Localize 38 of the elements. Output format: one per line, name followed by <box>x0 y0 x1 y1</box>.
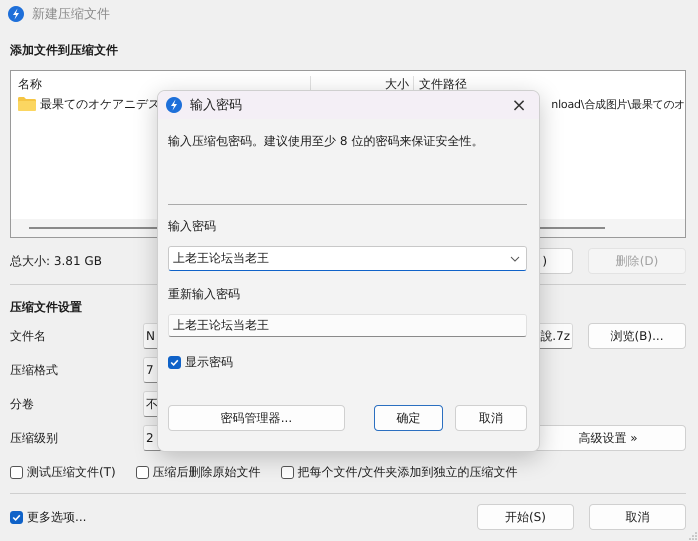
app-icon <box>8 6 24 22</box>
field-label: 文件名 <box>10 328 47 344</box>
checkbox[interactable] <box>280 466 294 478</box>
field-label: 分卷 <box>10 396 35 412</box>
input-field[interactable]: 上老王论坛当老王 <box>168 314 527 337</box>
checkbox-label: 压缩后删除原始文件 <box>152 464 261 480</box>
total-size: 总大小: 3.81 GB <box>10 252 102 270</box>
checkbox[interactable] <box>136 466 149 478</box>
checkbox-label: 测试压缩文件(T) <box>27 464 116 480</box>
resize-grip-icon[interactable] <box>689 532 697 540</box>
close-button[interactable]: × <box>499 91 539 119</box>
section-heading: 压缩文件设置 <box>10 299 82 315</box>
cancel-button[interactable]: 取消 <box>589 504 686 530</box>
field-label: 输入密码 <box>168 218 216 235</box>
dialog-message: 输入压缩包密码。建议使用至少 8 位的密码来保证安全性。 <box>168 133 484 150</box>
checkbox-label: 把每个文件/文件夹添加到独立的压缩文件 <box>298 464 518 480</box>
start-button[interactable]: 开始(S) <box>477 504 574 530</box>
checkbox-label: 显示密码 <box>185 354 233 371</box>
window-title: 新建压缩文件 <box>32 6 110 23</box>
password-manager-button[interactable]: 密码管理器... <box>168 405 345 431</box>
checkbox[interactable] <box>168 356 181 369</box>
settings-button[interactable]: 浏览(B)... <box>588 323 686 349</box>
app-icon <box>166 97 182 113</box>
checkbox[interactable] <box>10 510 23 524</box>
section-heading: 添加文件到压缩文件 <box>10 42 118 58</box>
checkbox-label: 更多选项... <box>27 508 86 526</box>
cancel-button[interactable]: 取消 <box>455 405 527 431</box>
ok-button[interactable]: 确定 <box>374 405 444 431</box>
chevron-down-icon[interactable] <box>510 256 520 262</box>
column-header[interactable]: 文件路径 <box>414 76 685 93</box>
field-label: 重新输入密码 <box>168 286 240 303</box>
file-path: nload\合成图片\最果てのオ <box>551 96 685 112</box>
field-label: 压缩级别 <box>10 430 59 446</box>
checkbox[interactable] <box>10 466 23 478</box>
folder-icon <box>18 97 36 111</box>
field-label: 压缩格式 <box>10 362 59 378</box>
dialog-title: 输入密码 <box>190 97 242 114</box>
password-combobox[interactable]: 上老王论坛当老王 <box>168 246 527 271</box>
